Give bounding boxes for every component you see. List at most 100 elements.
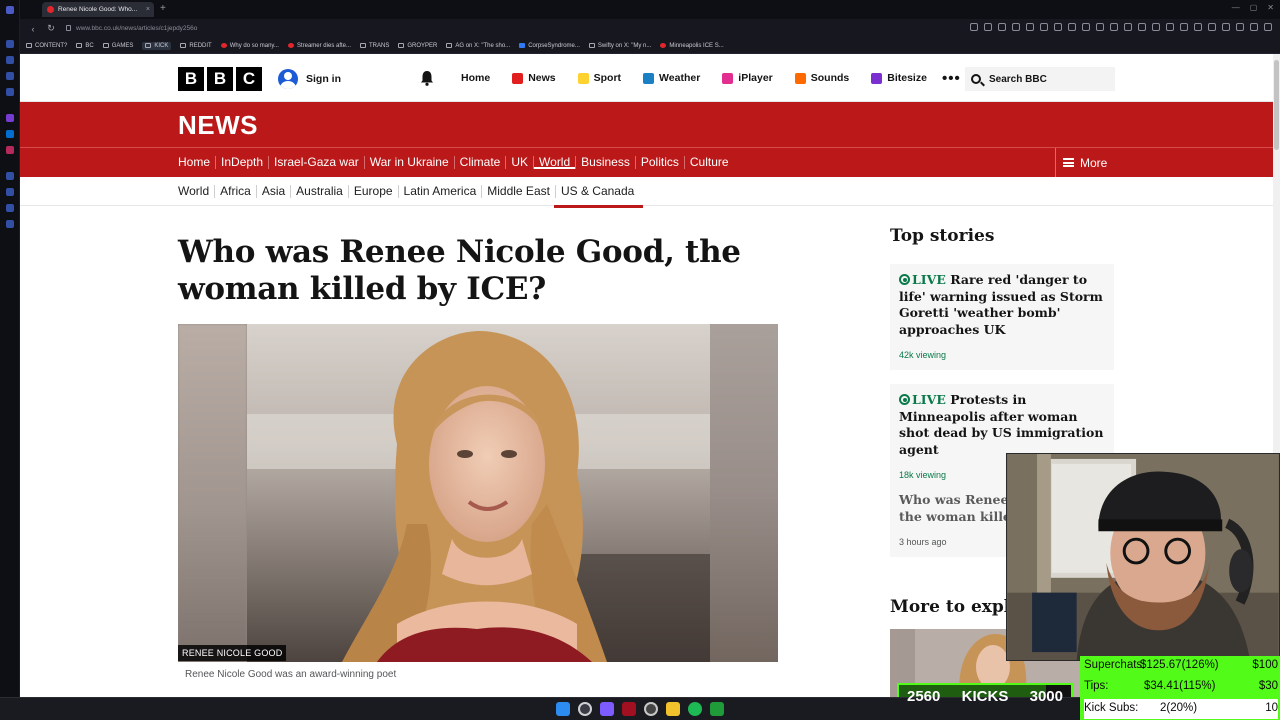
subnav-world[interactable]: World [178,185,216,198]
subnav-middle-east[interactable]: Middle East [482,185,556,198]
more-menu-button[interactable]: More [1055,148,1107,177]
bookmark-folder[interactable]: GAMES [102,43,133,49]
extension-icon[interactable] [1012,23,1020,31]
nav-sport[interactable]: Sport [577,72,621,84]
subnav-asia[interactable]: Asia [257,185,292,198]
nav-sounds[interactable]: Sounds [794,72,849,84]
sidebar-panel-icon[interactable] [6,220,14,228]
subnav-latin-america[interactable]: Latin America [399,185,483,198]
close-window-icon[interactable]: ✕ [1267,3,1274,12]
top-story-card[interactable]: LIVE Rare red 'danger to life' warning i… [890,264,1114,370]
notifications-bell-icon[interactable] [420,70,434,86]
section-politics[interactable]: Politics [636,156,685,169]
more-dots-icon[interactable]: ••• [942,70,961,87]
xbox-icon[interactable] [710,702,724,716]
search-icon[interactable] [578,702,592,716]
browser-tab-active[interactable]: Renee Nicole Good: Who... × [42,2,154,17]
sidebar-panel-icon[interactable] [6,72,14,80]
reload-icon[interactable]: ↻ [46,23,56,34]
subnav-australia[interactable]: Australia [291,185,349,198]
extension-icon[interactable] [1166,23,1174,31]
extension-icon[interactable] [984,23,992,31]
instagram-icon[interactable] [6,146,14,154]
search-bbc-field[interactable]: Search BBC [965,67,1115,91]
nav-weather[interactable]: Weather [643,72,700,84]
sidebar-panel-icon[interactable] [6,188,14,196]
bookmark-link[interactable]: AG on X: "The sho... [446,43,510,49]
extension-icon[interactable] [1082,23,1090,31]
extension-icon[interactable] [1250,23,1258,31]
bookmark-folder[interactable]: KICK [142,41,172,50]
url-field[interactable]: www.bbc.co.uk/news/articles/c1jepdy256o [66,22,966,35]
extension-icon[interactable] [1068,23,1076,31]
extension-icon[interactable] [1096,23,1104,31]
twitch-icon[interactable] [6,114,14,122]
extension-icon[interactable] [1236,23,1244,31]
section-israel-gaza[interactable]: Israel-Gaza war [269,156,365,169]
extension-icon[interactable] [998,23,1006,31]
bookmark-link[interactable]: Streamer dies afte... [287,43,351,49]
nav-home[interactable]: Home [461,72,490,84]
section-home[interactable]: Home [178,156,217,169]
extension-icon[interactable] [1124,23,1132,31]
bookmark-folder[interactable]: REDDIT [180,43,212,49]
extension-icon[interactable] [1222,23,1230,31]
discord-icon[interactable] [600,702,614,716]
sidebar-panel-icon[interactable] [6,88,14,96]
extension-icon[interactable] [1054,23,1062,31]
nav-bitesize[interactable]: Bitesize [871,72,927,84]
extension-icon[interactable] [1208,23,1216,31]
extension-icon[interactable] [970,23,978,31]
extension-icon[interactable] [1110,23,1118,31]
maximize-icon[interactable]: ▢ [1250,3,1258,12]
minimize-icon[interactable]: — [1232,3,1240,12]
section-culture[interactable]: Culture [685,156,734,169]
sidebar-panel-icon[interactable] [6,40,14,48]
scrollbar-thumb[interactable] [1274,60,1279,150]
spotify-icon[interactable] [688,702,702,716]
nav-news[interactable]: News [512,72,556,84]
sidebar-panel-icon[interactable] [6,172,14,180]
nav-iplayer[interactable]: iPlayer [722,72,773,84]
bookmark-folder[interactable]: TRANS [360,43,389,49]
bookmark-link[interactable]: Why do so many... [220,43,279,49]
section-climate[interactable]: Climate [455,156,507,169]
bookmark-link[interactable]: Swifty on X: "My n... [588,43,651,49]
superchats-goal: $100 [1252,659,1278,671]
subnav-us-canada[interactable]: US & Canada [553,185,644,208]
section-ukraine[interactable]: War in Ukraine [365,156,455,169]
sidebar-panel-icon[interactable] [6,56,14,64]
bookmark-folder[interactable]: GROYPER [398,43,437,49]
subnav-europe[interactable]: Europe [349,185,399,198]
extension-icon[interactable] [1026,23,1034,31]
sidebar-panel-icon[interactable] [6,204,14,212]
extension-icon[interactable] [1264,23,1272,31]
section-business[interactable]: Business [576,156,636,169]
close-tab-icon[interactable]: × [146,6,150,13]
extension-icon[interactable] [1194,23,1202,31]
messenger-icon[interactable] [6,130,14,138]
bookmark-folder[interactable]: BC [76,43,94,49]
back-arrow-icon[interactable]: ‹ [28,24,38,34]
app-icon[interactable] [622,702,636,716]
bbc-logo[interactable]: BBC [178,67,262,91]
extension-icon[interactable] [1040,23,1048,31]
windows-start-icon[interactable] [556,702,570,716]
browser-logo-icon[interactable] [6,6,14,14]
new-tab-icon[interactable]: + [160,3,166,15]
extension-icon[interactable] [1152,23,1160,31]
extension-icon[interactable] [1138,23,1146,31]
bookmark-link[interactable]: CorpseSyndrome... [519,43,580,49]
subnav-africa[interactable]: Africa [215,185,257,198]
section-world[interactable]: World [534,156,577,169]
bookmark-link[interactable]: Minneapolis ICE S... [660,43,724,49]
file-explorer-icon[interactable] [666,702,680,716]
sign-in-link[interactable]: Sign in [278,69,341,89]
live-icon [899,274,910,285]
section-indepth[interactable]: InDepth [216,156,270,169]
news-logo[interactable]: NEWS [178,110,258,141]
bookmark-folder[interactable]: CONTENT? [26,43,67,49]
extension-icon[interactable] [1180,23,1188,31]
section-uk[interactable]: UK [506,156,535,169]
browser-icon[interactable] [644,702,658,716]
